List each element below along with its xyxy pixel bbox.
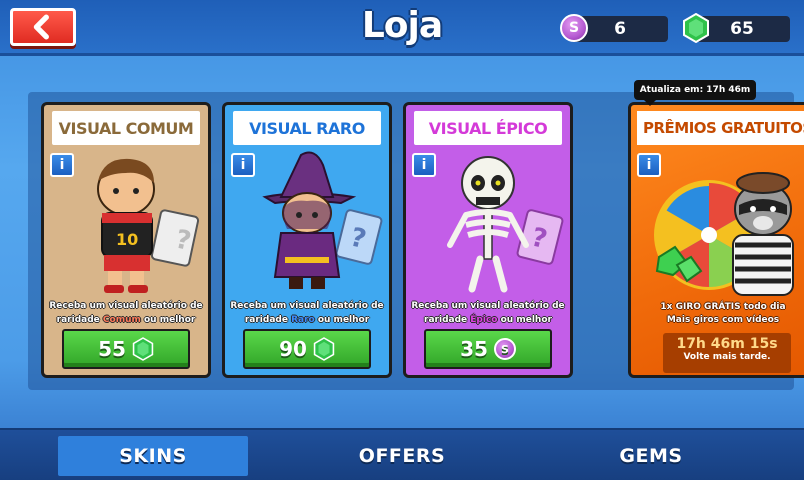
card-visual-comum[interactable]: VISUAL COMUM i ? 10 Receba um visual ale…	[41, 102, 211, 378]
character-footballer-icon: ? 10	[97, 158, 200, 293]
rarity-label: Épico	[470, 315, 498, 325]
buy-button[interactable]: 90	[243, 329, 371, 369]
rewards-countdown: 17h 46m 15s Volte mais tarde.	[663, 333, 791, 373]
card-description: Receba um visual aleatório de raridade R…	[230, 301, 384, 325]
card-title: PRÊMIOS GRATUITOS	[637, 111, 804, 145]
card-title: VISUAL COMUM	[52, 111, 200, 145]
refresh-timer-tooltip: Atualiza em: 17h 46m	[634, 80, 756, 106]
coin-icon: S	[558, 12, 590, 44]
bottom-tab-bar: SKINS OFFERS GEMS	[0, 428, 804, 480]
card-visual-epico[interactable]: VISUAL ÉPICO i ? Receba um visual aleató…	[403, 102, 573, 378]
tab-skins[interactable]: SKINS	[58, 436, 248, 476]
rewards-description: 1x GIRO GRÁTIS todo dia Mais giros com v…	[660, 302, 786, 325]
coin-counter[interactable]: S 6	[560, 14, 668, 42]
rarity-label: Raro	[291, 315, 315, 325]
tab-offers[interactable]: OFFERS	[307, 436, 497, 476]
card-description: Receba um visual aleatório de raridade É…	[411, 301, 565, 325]
price-label: 35	[460, 337, 488, 361]
countdown-time: 17h 46m 15s	[676, 336, 778, 352]
gem-icon	[132, 337, 154, 361]
card-description: Receba um visual aleatório de raridade C…	[49, 301, 203, 325]
card-title: VISUAL RARO	[233, 111, 381, 145]
prize-wheel-raccoon-icon	[654, 172, 794, 296]
rarity-label: Comum	[102, 315, 141, 325]
gem-icon	[680, 12, 712, 44]
price-label: 90	[279, 337, 307, 361]
character-wizard-icon: ?	[262, 151, 383, 289]
card-free-rewards[interactable]: PRÊMIOS GRATUITOS i 1x GIRO GRÁTIS todo …	[628, 102, 804, 378]
gem-amount: 65	[730, 19, 754, 39]
card-title: VISUAL ÉPICO	[414, 111, 562, 145]
gem-icon	[313, 337, 335, 361]
character-skeleton-icon: ?	[447, 156, 564, 293]
coin-amount: 6	[614, 19, 626, 39]
card-visual-raro[interactable]: VISUAL RARO i ? Receba um visual aleatór…	[222, 102, 392, 378]
price-label: 55	[98, 337, 126, 361]
countdown-note: Volte mais tarde.	[683, 352, 771, 362]
coin-icon: S	[493, 338, 516, 360]
tab-gems[interactable]: GEMS	[556, 436, 746, 476]
buy-button[interactable]: 55	[62, 329, 190, 369]
gem-counter[interactable]: 65	[683, 13, 790, 43]
top-bar: Loja S 6 65	[0, 0, 804, 56]
svg-text:10: 10	[116, 230, 138, 249]
buy-button[interactable]: 35 S	[424, 329, 552, 369]
